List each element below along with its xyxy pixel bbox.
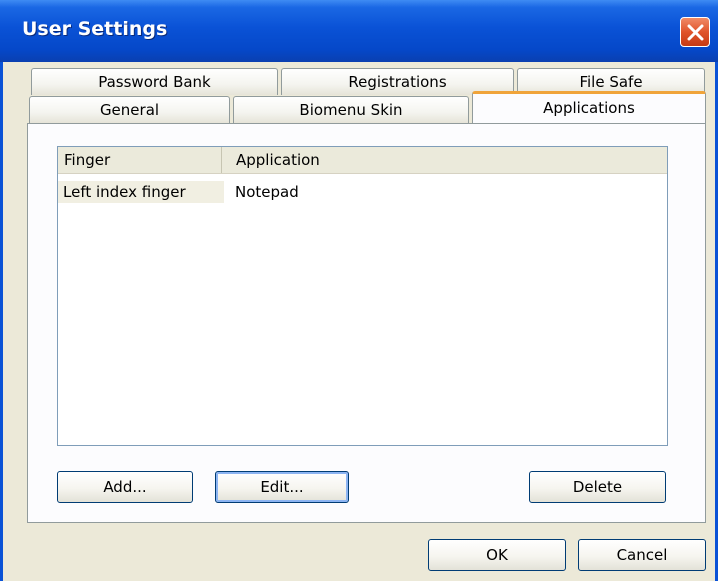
delete-button[interactable]: Delete bbox=[529, 471, 666, 503]
ok-button[interactable]: OK bbox=[428, 539, 566, 571]
title-bar[interactable]: User Settings bbox=[0, 0, 718, 62]
close-button[interactable] bbox=[680, 17, 710, 47]
applications-list[interactable]: Finger Application Left index finger Not… bbox=[57, 146, 668, 446]
application-cell: Notepad bbox=[235, 183, 299, 201]
tab-password-bank[interactable]: Password Bank bbox=[31, 68, 278, 95]
tab-general[interactable]: General bbox=[29, 96, 230, 123]
applications-panel: Finger Application Left index finger Not… bbox=[27, 123, 706, 523]
user-settings-dialog: User Settings Password Bank Registration… bbox=[0, 0, 718, 581]
close-icon bbox=[687, 24, 704, 41]
edit-button[interactable]: Edit... bbox=[215, 471, 349, 503]
column-header-finger[interactable]: Finger bbox=[58, 147, 222, 173]
list-header: Finger Application bbox=[58, 147, 667, 174]
tab-applications[interactable]: Applications bbox=[472, 91, 706, 123]
column-header-application[interactable]: Application bbox=[230, 147, 660, 173]
finger-cell: Left index finger bbox=[58, 181, 224, 203]
window-title: User Settings bbox=[22, 18, 168, 40]
tab-biomenu-skin[interactable]: Biomenu Skin bbox=[233, 96, 469, 123]
window-border-left bbox=[0, 62, 3, 581]
add-button[interactable]: Add... bbox=[57, 471, 193, 503]
list-item[interactable]: Left index finger Notepad bbox=[58, 181, 667, 203]
cancel-button[interactable]: Cancel bbox=[578, 539, 706, 571]
